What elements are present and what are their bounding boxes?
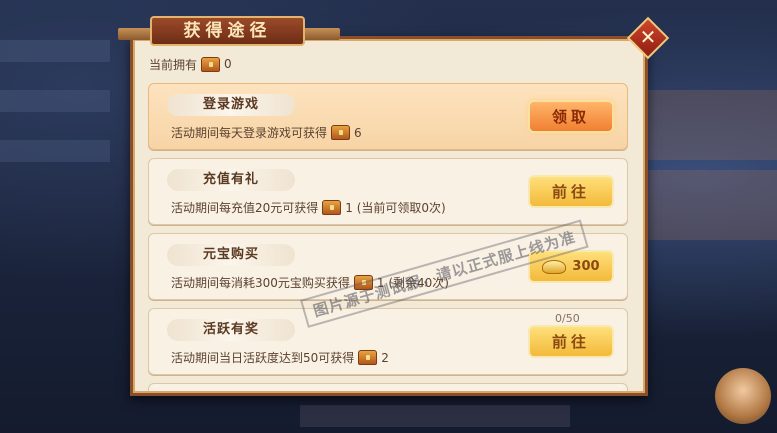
task-desc-text: 活动期间每天登录游戏可获得 xyxy=(171,126,328,140)
background-panel xyxy=(647,170,777,240)
title-decoration xyxy=(300,28,340,40)
task-card-partial xyxy=(148,383,628,391)
avatar[interactable] xyxy=(715,368,771,424)
task-reward-count: 2 xyxy=(381,350,389,365)
task-title: 充值有礼 xyxy=(167,169,295,191)
background-panel xyxy=(0,90,110,112)
task-title: 元宝购买 xyxy=(167,244,295,266)
gold-ingot-icon xyxy=(542,259,567,274)
task-description: 活动期间每天登录游戏可获得 6 xyxy=(171,124,362,141)
goto-button[interactable]: 前往 xyxy=(528,325,614,358)
task-description: 活动期间每充值20元可获得 1 (当前可领取0次) xyxy=(171,199,446,216)
task-reward-count: 6 xyxy=(354,125,362,140)
treasure-chest-icon xyxy=(358,350,378,365)
buy-price: 300 xyxy=(572,259,600,274)
task-reward-count: 1 (当前可领取0次) xyxy=(345,201,446,215)
treasure-chest-icon xyxy=(201,56,221,72)
dialog-title: 获得途径 xyxy=(150,16,305,46)
background-bar xyxy=(300,405,570,427)
task-desc-text: 活动期间当日活跃度达到50可获得 xyxy=(171,351,355,365)
task-card-recharge: 充值有礼 活动期间每充值20元可获得 1 (当前可领取0次) 前往 xyxy=(148,158,628,225)
treasure-chest-icon xyxy=(331,125,351,140)
goto-button[interactable]: 前往 xyxy=(528,175,614,208)
background-panel xyxy=(647,90,777,160)
task-desc-text: 活动期间每消耗300元宝购买获得 xyxy=(171,276,350,290)
task-desc-text: 活动期间每充值20元可获得 xyxy=(171,201,319,215)
background-panel xyxy=(0,140,110,162)
treasure-chest-icon xyxy=(322,200,342,215)
activity-progress: 0/50 xyxy=(555,312,580,325)
owned-count-row: 当前拥有 0 xyxy=(149,55,232,73)
task-description: 活动期间当日活跃度达到50可获得 2 xyxy=(171,349,389,366)
task-card-login: 登录游戏 活动期间每天登录游戏可获得 6 领取 xyxy=(148,83,628,150)
task-title: 活跃有奖 xyxy=(167,319,295,341)
owned-label: 当前拥有 xyxy=(149,57,198,72)
owned-count: 0 xyxy=(224,57,232,71)
close-icon[interactable]: ✕ xyxy=(633,22,663,52)
background-panel xyxy=(0,40,110,62)
task-title: 登录游戏 xyxy=(167,94,295,116)
claim-button[interactable]: 领取 xyxy=(528,100,614,133)
